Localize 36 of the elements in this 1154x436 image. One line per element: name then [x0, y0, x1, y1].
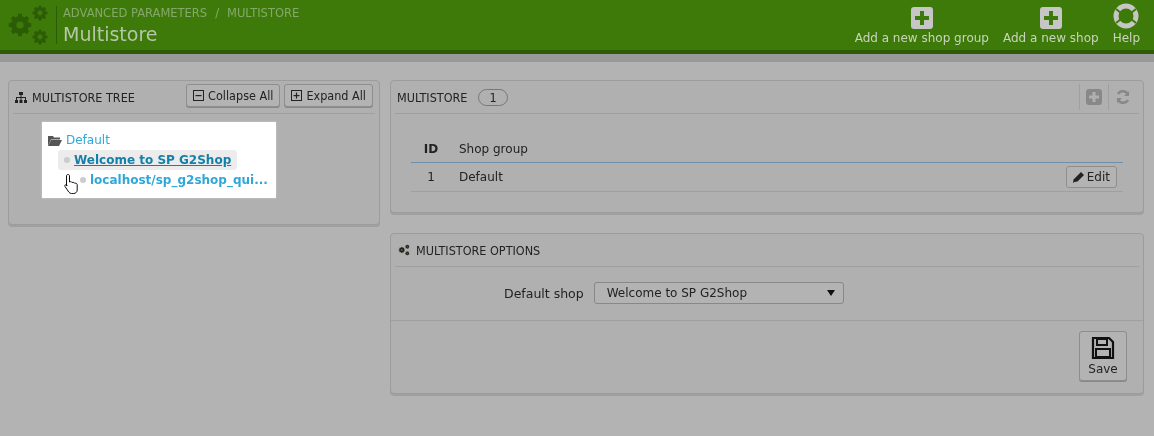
lifebuoy-icon	[1113, 3, 1140, 29]
table-cell: Default	[451, 162, 836, 192]
plus-icon	[910, 7, 933, 29]
caret-icon	[826, 290, 835, 296]
page-title: Multistore	[63, 23, 159, 45]
breadcrumb-link[interactable]: MULTISTORE	[227, 6, 300, 20]
panel-title: MULTISTORE TREE	[32, 89, 135, 105]
tree-button[interactable]: Expand All	[284, 83, 373, 107]
save-button[interactable]: Save	[1079, 331, 1127, 381]
refresh-icon[interactable]	[1115, 89, 1131, 105]
pencil-icon	[1072, 171, 1084, 183]
shop-select[interactable]: Welcome to SP G2Shop	[593, 282, 844, 304]
tree-item[interactable]: Welcome to SP G2Shop	[58, 150, 238, 170]
sitemap-icon	[15, 91, 27, 103]
toolbar-button[interactable]: Add a new shop group	[854, 7, 989, 45]
column-header: ID	[411, 136, 451, 163]
toolbar-button[interactable]: Add a new shop	[1003, 7, 1099, 45]
plus-square-icon	[291, 89, 303, 101]
panel-title: MULTISTORE	[397, 89, 468, 105]
breadcrumb-separator: /	[215, 6, 220, 20]
field-label: Default shop	[504, 285, 584, 301]
edit-button[interactable]: Edit	[1065, 166, 1117, 188]
hand-cursor-icon	[63, 173, 81, 195]
minus-square-icon	[193, 89, 205, 101]
toolbar-button[interactable]: Help	[1112, 3, 1140, 45]
folder-icon	[48, 134, 62, 146]
bullet-icon	[64, 157, 70, 163]
table-cell: 1	[411, 162, 451, 192]
tree-button[interactable]: Collapse All	[186, 83, 281, 107]
breadcrumb-link[interactable]: ADVANCED PARAMETERS	[63, 6, 208, 20]
panel-title: MULTISTORE OPTIONS	[416, 242, 541, 258]
plus-icon[interactable]	[1086, 89, 1102, 105]
tree-item[interactable]: Default	[42, 130, 116, 150]
bullet-icon	[80, 177, 86, 183]
plus-icon	[1039, 7, 1062, 29]
column-header: Shop group	[451, 136, 836, 163]
